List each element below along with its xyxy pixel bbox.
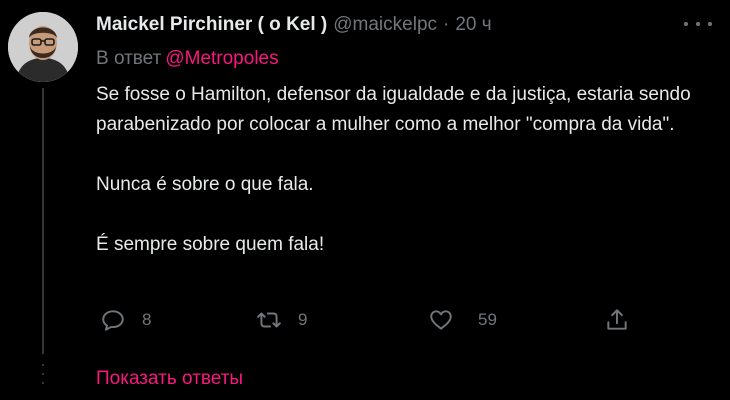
show-replies-link[interactable]: Показать ответы xyxy=(96,368,243,390)
tweet-paragraph-2: Nunca é sobre o que fala. xyxy=(96,174,314,195)
reply-prefix: В ответ xyxy=(96,48,162,69)
reply-bubble-icon xyxy=(102,310,124,331)
tweet-timestamp[interactable]: 20 ч xyxy=(455,14,491,36)
avatar[interactable] xyxy=(8,12,78,82)
tweet-paragraph-3: É sempre sobre quem fala! xyxy=(96,234,325,255)
author-display-name[interactable]: Maickel Pirchiner ( o Kel ) xyxy=(96,14,327,36)
reply-mention-link[interactable]: @Metropoles xyxy=(165,48,278,69)
tweet-text: Se fosse o Hamilton, defensor da igualda… xyxy=(96,80,706,260)
thread-dots xyxy=(42,364,44,392)
retweet-icon xyxy=(257,312,281,328)
retweet-count: 9 xyxy=(298,310,308,329)
reply-count: 8 xyxy=(142,310,152,329)
tweet-header: Maickel Pirchiner ( o Kel ) @maickelpc ·… xyxy=(96,14,492,36)
tweet-paragraph-1: Se fosse o Hamilton, defensor da igualda… xyxy=(96,84,691,135)
more-horizontal-icon xyxy=(684,22,712,26)
action-bar: 8 9 59 xyxy=(96,300,636,340)
share-button[interactable] xyxy=(604,300,630,340)
header-separator: · xyxy=(443,14,450,35)
share-icon xyxy=(607,309,627,330)
like-count: 59 xyxy=(478,310,497,329)
avatar-photo xyxy=(8,12,78,82)
like-button[interactable]: 59 xyxy=(428,300,497,340)
author-handle[interactable]: @maickelpc xyxy=(333,14,437,36)
reply-context: В ответ @Metropoles xyxy=(96,48,279,70)
thread-line xyxy=(42,88,44,354)
more-options-button[interactable] xyxy=(684,14,712,34)
reply-button[interactable]: 8 xyxy=(100,300,151,340)
heart-icon xyxy=(430,310,452,330)
retweet-button[interactable]: 9 xyxy=(256,300,307,340)
tweet[interactable]: Maickel Pirchiner ( o Kel ) @maickelpc ·… xyxy=(0,0,730,400)
